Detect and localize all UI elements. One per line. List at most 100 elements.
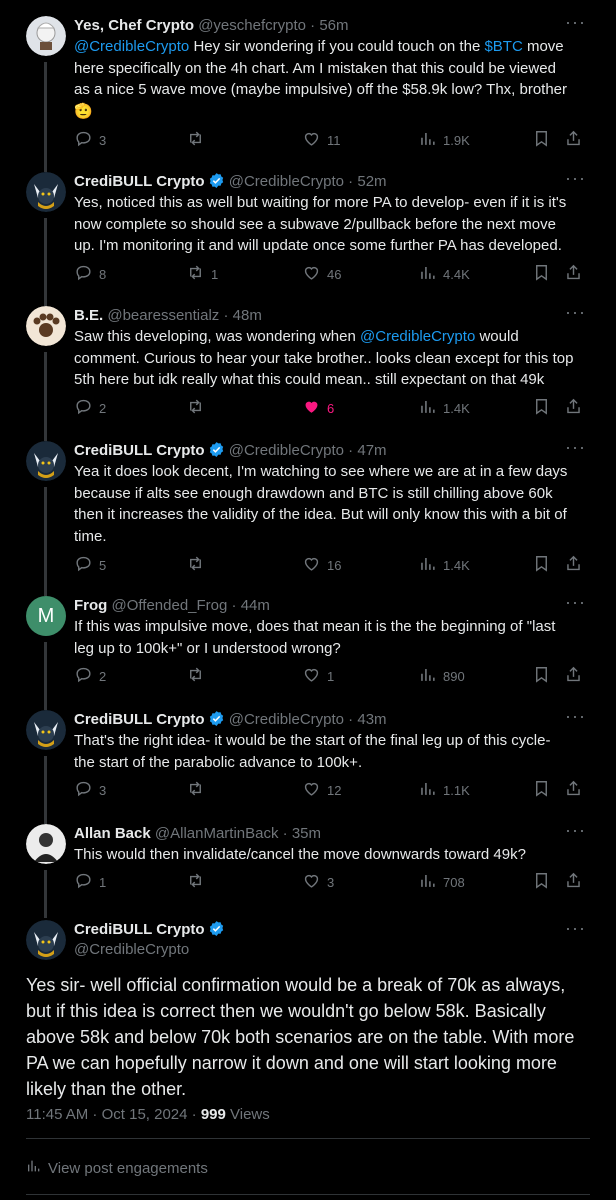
author-handle[interactable]: @bearessentialz xyxy=(107,307,219,324)
like-button[interactable]: 16 xyxy=(302,555,341,575)
separator: · xyxy=(219,307,233,324)
more-icon[interactable]: ··· xyxy=(565,168,586,189)
author-name[interactable]: CrediBULL Crypto xyxy=(74,921,205,938)
repost-button[interactable] xyxy=(186,555,211,575)
more-icon[interactable]: ··· xyxy=(565,592,586,613)
repost-button[interactable] xyxy=(186,398,211,418)
post-timestamp[interactable]: 11:45 AM · Oct 15, 2024 · xyxy=(26,1106,201,1123)
share-button[interactable] xyxy=(564,398,589,418)
author-handle[interactable]: @CredibleCrypto xyxy=(229,173,344,190)
share-button[interactable] xyxy=(564,264,589,284)
repost-button[interactable] xyxy=(186,666,211,686)
avatar[interactable] xyxy=(26,306,66,346)
more-icon[interactable]: ··· xyxy=(565,12,586,33)
tweet-header: Frog @Offended_Frog · 44m xyxy=(74,596,270,616)
author-name[interactable]: Yes, Chef Crypto xyxy=(74,17,194,34)
separator: · xyxy=(344,442,358,459)
tweet-text: Yes, noticed this as well but waiting fo… xyxy=(74,192,574,257)
reply-button[interactable]: 1 xyxy=(74,872,106,892)
like-button[interactable]: 46 xyxy=(302,264,341,284)
tweet-time[interactable]: 52m xyxy=(357,173,386,190)
like-button-count: 6 xyxy=(327,400,335,416)
repost-button[interactable]: 1 xyxy=(186,264,218,284)
mention-link[interactable]: @CredibleCrypto xyxy=(74,38,189,55)
author-name[interactable]: Allan Back xyxy=(74,825,151,842)
avatar[interactable] xyxy=(26,824,66,864)
tweet-time[interactable]: 35m xyxy=(292,825,321,842)
author-name[interactable]: Frog xyxy=(74,597,107,614)
like-icon xyxy=(302,263,327,285)
reply-button[interactable]: 3 xyxy=(74,780,106,800)
author-name[interactable]: CrediBULL Crypto xyxy=(74,442,205,459)
views-button[interactable]: 4.4K xyxy=(418,264,470,284)
reply-button[interactable]: 2 xyxy=(74,398,106,418)
view-engagements-link[interactable]: View post engagements xyxy=(26,1158,208,1178)
like-button[interactable]: 11 xyxy=(302,130,341,150)
author-handle[interactable]: @CredibleCrypto xyxy=(74,940,189,960)
bookmark-button[interactable] xyxy=(532,264,557,284)
avatar[interactable] xyxy=(26,172,66,212)
bookmark-button[interactable] xyxy=(532,398,557,418)
more-icon[interactable]: ··· xyxy=(565,820,586,841)
bookmark-button[interactable] xyxy=(532,666,557,686)
tweet-time[interactable]: 44m xyxy=(241,597,270,614)
avatar[interactable]: M xyxy=(26,596,66,636)
more-icon[interactable]: ··· xyxy=(565,918,586,939)
more-icon[interactable]: ··· xyxy=(565,437,586,458)
bookmark-button[interactable] xyxy=(532,555,557,575)
views-button-count: 1.9K xyxy=(443,132,470,148)
share-button[interactable] xyxy=(564,130,589,150)
more-icon[interactable]: ··· xyxy=(565,706,586,727)
like-button[interactable]: 12 xyxy=(302,780,341,800)
reply-button[interactable]: 5 xyxy=(74,555,106,575)
bookmark-button[interactable] xyxy=(532,130,557,150)
share-button[interactable] xyxy=(564,555,589,575)
author-handle[interactable]: @yeschefcrypto xyxy=(198,17,306,34)
author-handle[interactable]: @CredibleCrypto xyxy=(229,442,344,459)
share-button[interactable] xyxy=(564,872,589,892)
author-name[interactable]: CrediBULL Crypto xyxy=(74,711,205,728)
avatar-initial: M xyxy=(37,604,55,627)
author-handle[interactable]: @Offended_Frog xyxy=(112,597,228,614)
tweet-time[interactable]: 48m xyxy=(233,307,262,324)
reply-button[interactable]: 2 xyxy=(74,666,106,686)
bookmark-button[interactable] xyxy=(532,780,557,800)
repost-button[interactable] xyxy=(186,872,211,892)
tweet-header: Yes, Chef Crypto @yeschefcrypto · 56m xyxy=(74,16,349,36)
tweet-time[interactable]: 47m xyxy=(357,442,386,459)
post-text: Yes sir- well official confirmation woul… xyxy=(26,975,575,1099)
share-button[interactable] xyxy=(564,666,589,686)
avatar[interactable] xyxy=(26,710,66,750)
views-button[interactable]: 890 xyxy=(418,666,465,686)
share-button[interactable] xyxy=(564,780,589,800)
like-icon xyxy=(302,665,327,687)
reply-button[interactable]: 8 xyxy=(74,264,106,284)
thread-line xyxy=(44,642,47,710)
avatar[interactable] xyxy=(26,441,66,481)
author-handle[interactable]: @CredibleCrypto xyxy=(229,711,344,728)
repost-button[interactable] xyxy=(186,130,211,150)
views-button[interactable]: 1.1K xyxy=(418,780,470,800)
avatar[interactable] xyxy=(26,16,66,56)
bookmark-button[interactable] xyxy=(532,872,557,892)
views-button[interactable]: 1.9K xyxy=(418,130,470,150)
more-icon[interactable]: ··· xyxy=(565,302,586,323)
author-handle[interactable]: @AllanMartinBack xyxy=(155,825,279,842)
author-name[interactable]: CrediBULL Crypto xyxy=(74,173,205,190)
like-button[interactable]: 1 xyxy=(302,666,334,686)
tweet-time[interactable]: 56m xyxy=(319,17,348,34)
repost-icon xyxy=(186,129,211,151)
tweet-header: B.E. @bearessentialz · 48m xyxy=(74,306,262,326)
views-button[interactable]: 1.4K xyxy=(418,555,470,575)
mention-link[interactable]: @CredibleCrypto xyxy=(360,328,475,345)
avatar[interactable] xyxy=(26,920,66,960)
mention-link[interactable]: $BTC xyxy=(484,38,522,55)
repost-button[interactable] xyxy=(186,780,211,800)
views-button[interactable]: 708 xyxy=(418,872,465,892)
like-button[interactable]: 6 xyxy=(302,398,334,418)
tweet-time[interactable]: 43m xyxy=(357,711,386,728)
views-button[interactable]: 1.4K xyxy=(418,398,470,418)
like-button[interactable]: 3 xyxy=(302,872,334,892)
author-name[interactable]: B.E. xyxy=(74,307,103,324)
reply-button[interactable]: 3 xyxy=(74,130,106,150)
